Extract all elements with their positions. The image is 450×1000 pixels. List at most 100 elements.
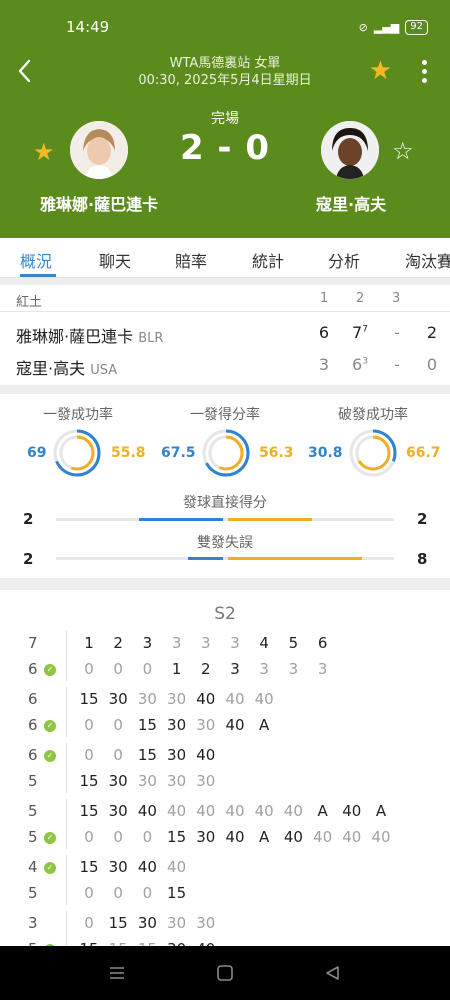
point-score: 6 — [317, 634, 328, 652]
point-score: 0 — [142, 884, 153, 902]
point-score: 3 — [230, 634, 240, 652]
tab-odds[interactable]: 賠率 — [175, 248, 207, 272]
point-score: 0 — [84, 884, 94, 902]
favorite-star-icon[interactable]: ★ — [369, 57, 392, 85]
player1-row-name: 雅琳娜·薩巴連卡 BLR — [16, 323, 163, 347]
stat3-p1: 30.8 — [308, 445, 343, 461]
point-score: 3 — [171, 634, 182, 652]
point-score: 0 — [84, 746, 94, 764]
point-score: 30 — [196, 772, 216, 790]
point-score: 5 — [288, 634, 299, 652]
double-faults-bar-p2 — [228, 557, 362, 560]
player1-avatar[interactable] — [70, 121, 128, 179]
player2-favorite-star-icon[interactable]: ☆ — [392, 137, 414, 165]
point-score: 30 — [167, 716, 187, 734]
p1-set2: 77 — [350, 323, 370, 342]
point-score: 30 — [167, 746, 187, 764]
status-icons: ⊘ ▂▄▆ 92 — [359, 20, 428, 35]
battery-icon: 92 — [405, 20, 428, 35]
set-header-1: 1 — [320, 291, 329, 306]
back-arrow-icon[interactable] — [14, 58, 38, 84]
point-score: 30 — [108, 772, 128, 790]
point-score: 15 — [79, 858, 99, 876]
tab-overview[interactable]: 概況 — [20, 248, 52, 272]
point-score: 40 — [283, 828, 303, 846]
point-score: 30 — [137, 690, 157, 708]
set-label: S2 — [214, 604, 236, 624]
home-icon[interactable] — [216, 965, 234, 981]
more-menu-icon[interactable] — [422, 60, 428, 87]
game-won-check-icon: ✓ — [44, 750, 56, 762]
point-score: A — [259, 828, 270, 846]
p2-set1: 3 — [318, 355, 330, 374]
point-score: 3 — [201, 634, 211, 652]
set-header-3: 3 — [392, 291, 401, 306]
match-header: 14:49 ⊘ ▂▄▆ 92 WTA馬德裏站 女單 00:30, 2025年5月… — [0, 0, 450, 238]
status-bar: 14:49 ⊘ ▂▄▆ 92 — [0, 18, 450, 40]
p1-set2-tiebreak: 7 — [362, 324, 368, 335]
set-header-2: 2 — [356, 291, 365, 306]
surface-label: 紅土 — [16, 295, 43, 310]
game-won-check-icon: ✓ — [44, 862, 56, 874]
point-score: 40 — [225, 828, 245, 846]
point-score: 30 — [196, 828, 216, 846]
point-score: 15 — [79, 690, 99, 708]
game-score: 5 — [28, 772, 38, 790]
first-serve-won-ring — [202, 429, 250, 477]
stat2-p2: 56.3 — [259, 445, 294, 461]
tab-stats[interactable]: 統計 — [252, 248, 284, 272]
game-score: 6 — [28, 660, 38, 678]
point-score: 40 — [342, 828, 362, 846]
point-score: A — [259, 716, 270, 734]
point-score: 0 — [84, 914, 94, 932]
player2-row-label: 寇里·高夫 — [16, 359, 86, 378]
tab-analysis[interactable]: 分析 — [328, 248, 360, 272]
recent-apps-icon[interactable] — [108, 965, 126, 981]
game-separator — [66, 855, 67, 905]
match-status: 完場 — [211, 111, 239, 127]
player1-favorite-star-icon[interactable]: ★ — [33, 138, 55, 166]
divider — [0, 311, 450, 312]
game-score: 4 — [28, 858, 38, 876]
point-score: 3 — [288, 660, 299, 678]
point-score: 40 — [167, 858, 187, 876]
point-score: 40 — [254, 802, 274, 820]
player2-avatar[interactable] — [321, 121, 379, 179]
back-nav-icon[interactable] — [324, 965, 342, 981]
point-score: 15 — [167, 884, 187, 902]
point-score: A — [375, 802, 387, 820]
point-score: 30 — [137, 772, 157, 790]
player1-name[interactable]: 雅琳娜·薩巴連卡 — [40, 191, 158, 215]
point-score: 40 — [225, 690, 245, 708]
point-score: 15 — [137, 746, 157, 764]
point-score: 15 — [79, 802, 99, 820]
point-score: 40 — [196, 802, 216, 820]
point-score: 30 — [167, 914, 187, 932]
point-score: 15 — [137, 716, 157, 734]
tab-bar: 概況 聊天 賠率 統計 分析 淘汰賽 — [0, 238, 450, 278]
stat-title-first-serve-in: 一發成功率 — [43, 407, 113, 423]
point-score: 3 — [230, 660, 240, 678]
point-score: 30 — [167, 772, 187, 790]
stat-title-break-conversion: 破發成功率 — [338, 407, 408, 423]
point-score: 15 — [167, 828, 187, 846]
player2-name[interactable]: 寇里·高夫 — [316, 191, 386, 215]
game-score: 6 — [28, 716, 38, 734]
aces-bar-p2 — [228, 518, 312, 521]
point-by-point-panel: S2 7 1 2 3 3 3 3 4 5 6 6 ✓ 0 0 0 1 2 3 3 3 3 6 15 30 30 30 40 40 40 6… — [0, 590, 450, 946]
point-score: 40 — [371, 828, 391, 846]
game-separator — [66, 911, 67, 946]
tab-chat[interactable]: 聊天 — [99, 248, 131, 272]
aces-p2: 2 — [417, 510, 428, 528]
break-conversion-ring — [349, 429, 397, 477]
game-score: 7 — [28, 634, 38, 652]
point-score: 30 — [108, 802, 128, 820]
point-score: 0 — [113, 746, 123, 764]
tab-bracket[interactable]: 淘汰賽 — [405, 248, 450, 272]
point-score: 30 — [108, 690, 128, 708]
double-faults-p1: 2 — [23, 550, 34, 568]
p2-set2: 63 — [350, 355, 370, 374]
match-info: WTA馬德裏站 女單 00:30, 2025年5月4日星期日 — [95, 55, 355, 89]
point-score: 1 — [171, 660, 182, 678]
point-score: 40 — [196, 690, 216, 708]
